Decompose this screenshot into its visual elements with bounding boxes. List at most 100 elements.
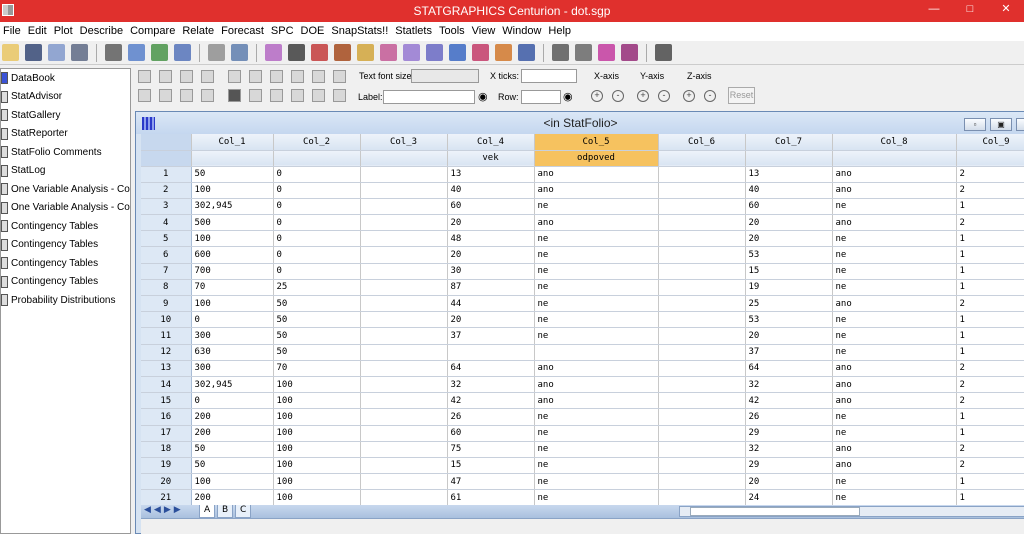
scrollbar-thumb[interactable] bbox=[690, 507, 860, 516]
target-icon[interactable] bbox=[472, 44, 489, 61]
data-cell[interactable]: 20 bbox=[745, 230, 833, 248]
data-cell[interactable]: 1 bbox=[956, 246, 1024, 264]
data-cell[interactable]: 0 bbox=[273, 166, 361, 183]
data-cell[interactable]: 1 bbox=[956, 263, 1024, 280]
area-icon[interactable] bbox=[449, 44, 466, 61]
sheet-tab-a[interactable]: A bbox=[199, 505, 216, 518]
column-header[interactable]: Col_5 bbox=[534, 134, 659, 151]
column-header[interactable]: Col_4 bbox=[447, 134, 535, 151]
x-ticks-dropdown[interactable] bbox=[521, 69, 577, 83]
data-cell[interactable]: ne bbox=[832, 473, 957, 491]
data-cell[interactable]: ano bbox=[534, 376, 659, 394]
data-cell[interactable]: 0 bbox=[273, 263, 361, 280]
select-all-corner[interactable] bbox=[141, 134, 192, 151]
reset-button[interactable]: Reset bbox=[728, 87, 755, 104]
advisor-icon[interactable] bbox=[598, 44, 615, 61]
sheet-tab-b[interactable]: B bbox=[217, 505, 234, 518]
brush-icon[interactable] bbox=[291, 70, 304, 83]
row-number[interactable]: 20 bbox=[141, 473, 192, 491]
data-cell[interactable]: 1 bbox=[956, 344, 1024, 361]
chart-icon[interactable] bbox=[357, 44, 374, 61]
menu-tools[interactable]: Tools bbox=[436, 22, 469, 41]
data-cell[interactable]: 44 bbox=[447, 295, 535, 313]
data-cell[interactable]: 19 bbox=[745, 279, 833, 297]
data-cell[interactable]: 60 bbox=[447, 425, 535, 442]
data-cell[interactable]: ano bbox=[832, 166, 957, 183]
data-cell[interactable]: ano bbox=[832, 360, 957, 377]
house-icon[interactable] bbox=[334, 44, 351, 61]
data-cell[interactable] bbox=[658, 344, 746, 361]
align-icon[interactable] bbox=[312, 89, 325, 102]
data-cell[interactable]: 600 bbox=[191, 246, 274, 264]
data-cell[interactable] bbox=[658, 295, 746, 313]
data-cell[interactable]: 700 bbox=[191, 263, 274, 280]
data-cell[interactable] bbox=[360, 230, 448, 248]
grid-icon[interactable] bbox=[180, 89, 193, 102]
column-name[interactable] bbox=[745, 150, 833, 167]
data-cell[interactable]: 40 bbox=[447, 182, 535, 199]
histogram-icon[interactable] bbox=[380, 44, 397, 61]
data-cell[interactable]: ne bbox=[534, 473, 659, 491]
text-font-size-slider[interactable] bbox=[411, 69, 479, 83]
data-cell[interactable] bbox=[360, 182, 448, 199]
data-cell[interactable]: 42 bbox=[447, 392, 535, 410]
bar-chart-icon[interactable] bbox=[518, 44, 535, 61]
column-name[interactable]: odpoved bbox=[534, 150, 659, 167]
zoom-icon[interactable] bbox=[312, 70, 325, 83]
data-cell[interactable]: ne bbox=[832, 408, 957, 426]
tool-icon[interactable] bbox=[552, 44, 569, 61]
data-cell[interactable]: ano bbox=[534, 392, 659, 410]
data-cell[interactable] bbox=[360, 489, 448, 505]
data-cell[interactable]: 1 bbox=[956, 311, 1024, 329]
data-cell[interactable]: ne bbox=[534, 408, 659, 426]
data-cell[interactable]: 26 bbox=[447, 408, 535, 426]
data-cell[interactable]: 2 bbox=[956, 441, 1024, 458]
film-icon[interactable] bbox=[333, 70, 346, 83]
x-zoom-in-icon[interactable]: + bbox=[591, 90, 603, 102]
navigator-item[interactable]: Contingency Tables bbox=[1, 236, 130, 255]
row-number[interactable]: 13 bbox=[141, 360, 192, 377]
data-cell[interactable]: ano bbox=[534, 182, 659, 199]
data-cell[interactable]: ano bbox=[832, 295, 957, 313]
pane-icon[interactable] bbox=[180, 70, 193, 83]
data-cell[interactable] bbox=[360, 392, 448, 410]
data-cell[interactable]: ne bbox=[534, 230, 659, 248]
data-cell[interactable]: ano bbox=[832, 214, 957, 232]
data-cell[interactable]: ano bbox=[832, 457, 957, 475]
navigator-item[interactable]: DataBook bbox=[1, 69, 130, 88]
data-cell[interactable]: 300 bbox=[191, 360, 274, 377]
column-name[interactable] bbox=[832, 150, 957, 167]
data-cell[interactable] bbox=[658, 408, 746, 426]
data-cell[interactable] bbox=[658, 214, 746, 232]
data-cell[interactable]: 100 bbox=[273, 473, 361, 491]
hatch-icon[interactable] bbox=[228, 89, 241, 102]
lock-icon[interactable] bbox=[201, 70, 214, 83]
navigator-item[interactable]: StatAdvisor bbox=[1, 88, 130, 107]
book-icon[interactable] bbox=[621, 44, 638, 61]
row-number[interactable]: 9 bbox=[141, 295, 192, 313]
data-cell[interactable]: 70 bbox=[273, 360, 361, 377]
column-header[interactable]: Col_6 bbox=[658, 134, 746, 151]
data-cell[interactable]: 2 bbox=[956, 376, 1024, 394]
menu-statlets[interactable]: Statlets bbox=[392, 22, 436, 41]
data-cell[interactable]: 29 bbox=[745, 457, 833, 475]
pane-icon[interactable] bbox=[159, 70, 172, 83]
pane-icon[interactable] bbox=[138, 70, 151, 83]
data-cell[interactable]: 26 bbox=[745, 408, 833, 426]
data-cell[interactable]: 50 bbox=[273, 311, 361, 329]
data-cell[interactable]: 100 bbox=[191, 295, 274, 313]
row-number[interactable]: 17 bbox=[141, 425, 192, 442]
data-cell[interactable]: 64 bbox=[447, 360, 535, 377]
bars-icon[interactable] bbox=[291, 89, 304, 102]
column-header[interactable]: Col_9 bbox=[956, 134, 1024, 151]
data-cell[interactable] bbox=[658, 425, 746, 442]
column-name[interactable]: vek bbox=[447, 150, 535, 167]
navigator-item[interactable]: StatFolio Comments bbox=[1, 143, 130, 162]
data-cell[interactable] bbox=[360, 166, 448, 183]
x-zoom-out-icon[interactable]: - bbox=[612, 90, 624, 102]
plot-icon[interactable] bbox=[403, 44, 420, 61]
data-cell[interactable]: ne bbox=[534, 279, 659, 297]
data-cell[interactable]: 500 bbox=[191, 214, 274, 232]
data-cell[interactable]: ne bbox=[534, 425, 659, 442]
data-cell[interactable] bbox=[658, 473, 746, 491]
